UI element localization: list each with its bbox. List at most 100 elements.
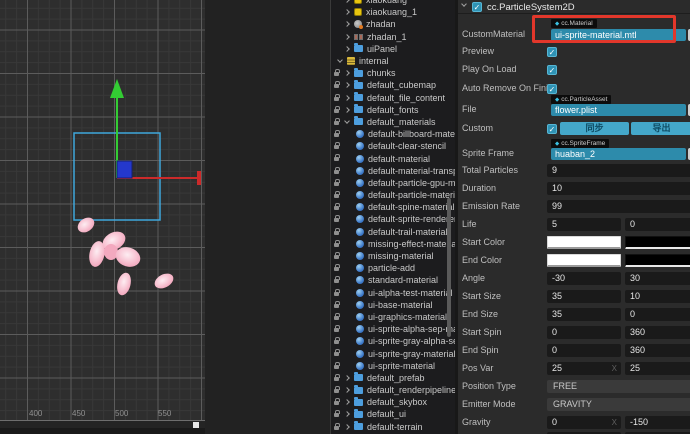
chevron-right-icon[interactable] [344,94,350,101]
number-field-x[interactable]: 0 [547,344,621,357]
tree-item-default-particle-material[interactable]: default-particle-material [331,189,455,201]
color-swatch[interactable] [547,254,621,267]
export-button[interactable]: 导出 [631,122,690,135]
gizmo-origin[interactable] [116,160,133,179]
number-field-y[interactable]: 10 [625,290,690,303]
tree-item-default_renderpipeline[interactable]: default_renderpipeline [331,384,455,396]
chevron-right-icon[interactable] [344,0,350,3]
assets-scrollbar-thumb[interactable] [447,198,451,337]
checkbox[interactable]: ✓ [547,65,557,75]
chevron-right-icon[interactable] [344,70,350,77]
tree-item-internal[interactable]: internal [331,55,455,67]
gizmo-y-axis-head[interactable] [110,79,124,98]
tree-item-default-trail-material[interactable]: default-trail-material [331,226,455,238]
number-field-x[interactable]: 5 [547,218,621,231]
number-field[interactable]: 10 [547,182,690,195]
number-field-y[interactable]: 30 [625,272,690,285]
tree-item-default_cubemap[interactable]: default_cubemap [331,79,455,91]
chevron-right-icon[interactable] [344,33,350,40]
gizmo-x-axis-head[interactable] [197,171,201,185]
tree-item-default-billboard-materia[interactable]: default-billboard-materia [331,128,455,140]
tree-item-missing-effect-material[interactable]: missing-effect-material [331,238,455,250]
tree-item-default-material[interactable]: default-material [331,152,455,164]
tree-item-default_ui[interactable]: default_ui [331,408,455,420]
tree-item-default-sprite-renderer-n[interactable]: default-sprite-renderer-n [331,213,455,225]
checkbox[interactable]: ✓ [547,124,557,134]
tree-item-chunks[interactable]: chunks [331,67,455,79]
chevron-down-icon[interactable] [344,118,350,124]
sync-button[interactable]: 同步 [560,122,629,135]
chevron-down-icon[interactable] [461,1,467,7]
tree-item-label: ui-alpha-test-material [368,287,453,298]
tree-item-default-material-transpar[interactable]: default-material-transpar [331,165,455,177]
tree-item-zhadan_1[interactable]: zhadan_1 [331,31,455,43]
chevron-right-icon[interactable] [344,21,350,28]
component-header[interactable]: ✓ cc.ParticleSystem2D [458,0,690,14]
tree-item-particle-add[interactable]: particle-add [331,262,455,274]
tree-item-default-particle-gpu-mat[interactable]: default-particle-gpu-mat [331,177,455,189]
scene-scroll-grip[interactable] [193,422,199,428]
asset-field[interactable]: huaban_2 [551,148,686,160]
tree-item-ui-sprite-gray-material[interactable]: ui-sprite-gray-material [331,347,455,359]
tree-item-default_fonts[interactable]: default_fonts [331,104,455,116]
select-field[interactable]: FREE [547,380,690,393]
tree-item-uiPanel[interactable]: uiPanel [331,43,455,55]
transform-gizmo[interactable] [110,79,201,185]
tree-item-ui-graphics-material[interactable]: ui-graphics-material [331,311,455,323]
chevron-down-icon[interactable] [337,57,343,63]
number-field-y[interactable]: 0 [625,308,690,321]
tree-item-ui-base-material[interactable]: ui-base-material [331,299,455,311]
material-icon [356,178,364,187]
component-enabled-checkbox[interactable]: ✓ [472,2,482,12]
tree-item-missing-material[interactable]: missing-material [331,250,455,262]
color-swatch[interactable] [625,254,690,267]
chevron-right-icon[interactable] [344,375,350,381]
chevron-right-icon[interactable] [344,423,350,430]
chevron-right-icon[interactable] [344,387,350,393]
tree-item-default-terrain[interactable]: default-terrain [331,421,455,433]
number-field-x[interactable]: 0 [547,326,621,339]
tree-item-standard-material[interactable]: standard-material [331,274,455,286]
assets-panel[interactable]: xiaokuang xiaokuang_1 zhadan zhadan_1 uiPane… [330,0,455,434]
number-field[interactable]: 9 [547,164,690,177]
number-field[interactable]: 99 [547,200,690,213]
number-field-x[interactable]: 35 [547,308,621,321]
asset-field[interactable]: ui-sprite-material.mtl [551,29,686,41]
number-field-x[interactable]: -30 [547,272,621,285]
scene-hscrollbar[interactable] [0,428,205,434]
chevron-right-icon[interactable] [344,9,350,16]
tree-item-default_prefab[interactable]: default_prefab [331,372,455,384]
chevron-right-icon[interactable] [344,106,350,113]
number-field-x[interactable]: 35 [547,290,621,303]
number-field-y[interactable]: 0 [625,218,690,231]
scene-view[interactable]: 400 450 500 550 [0,0,205,421]
chevron-right-icon[interactable] [344,411,350,418]
number-field-y[interactable]: 360 [625,326,690,339]
number-field-x[interactable]: 25 X [547,362,621,375]
checkbox[interactable]: ✓ [547,84,557,94]
tree-item-ui-sprite-material[interactable]: ui-sprite-material [331,360,455,372]
inspector-row-life: Life 5 0 [458,218,690,231]
tree-item-ui-alpha-test-material[interactable]: ui-alpha-test-material [331,287,455,299]
tree-item-zhadan[interactable]: zhadan [331,18,455,30]
chevron-right-icon[interactable] [344,46,350,52]
tree-item-default-spine-material[interactable]: default-spine-material [331,201,455,213]
asset-field[interactable]: flower.plist [551,104,686,116]
number-field-y[interactable]: 25 [625,362,690,375]
number-field-y[interactable]: -150 [625,416,690,429]
color-swatch[interactable] [547,236,621,249]
tree-item-default-clear-stencil[interactable]: default-clear-stencil [331,140,455,152]
chevron-right-icon[interactable] [344,399,350,406]
select-field[interactable]: GRAVITY [547,398,690,411]
tree-item-default_file_content[interactable]: default_file_content [331,92,455,104]
checkbox[interactable]: ✓ [547,47,557,57]
tree-item-ui-sprite-alpha-sep-mate[interactable]: ui-sprite-alpha-sep-mate [331,323,455,335]
color-swatch[interactable] [625,236,690,249]
tree-item-ui-sprite-gray-alpha-sep-[interactable]: ui-sprite-gray-alpha-sep- [331,335,455,347]
tree-item-default_materials[interactable]: default_materials [331,116,455,128]
number-field-y[interactable]: 360 [625,344,690,357]
chevron-right-icon[interactable] [344,82,350,89]
number-field-x[interactable]: 0X [547,416,621,429]
tree-item-xiaokuang_1[interactable]: xiaokuang_1 [331,6,455,18]
tree-item-default_skybox[interactable]: default_skybox [331,396,455,408]
